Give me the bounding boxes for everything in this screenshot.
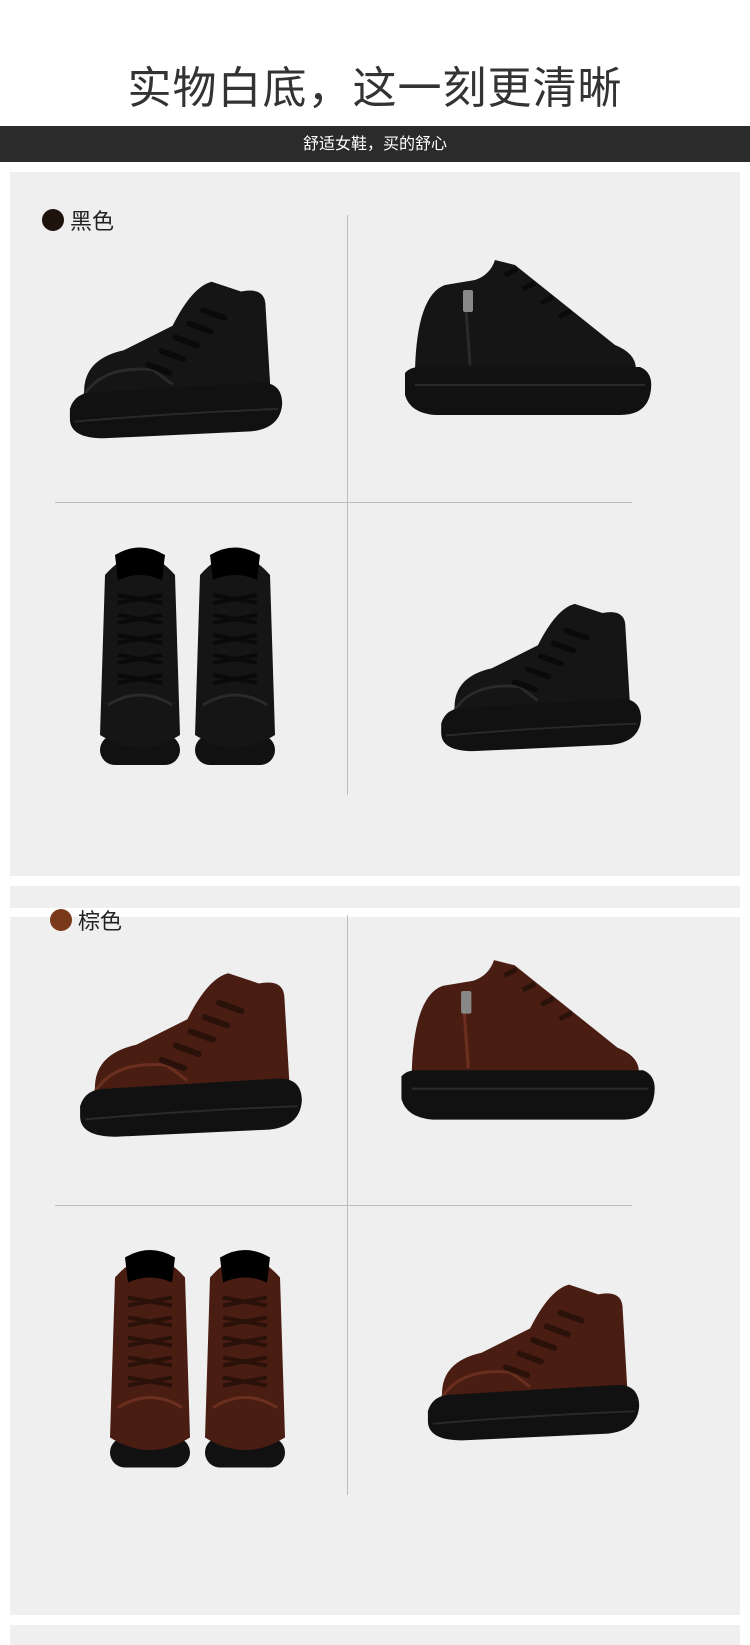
shoe-image-brown-side-angle	[400, 1270, 670, 1455]
color-label-black: 黑色	[42, 204, 114, 236]
divider-horizontal-black	[55, 502, 632, 503]
divider-vertical-black	[347, 215, 348, 795]
color-swatch-black	[42, 209, 64, 231]
color-swatch-brown	[50, 909, 72, 931]
headline: 实物白底，这一刻更清晰	[127, 63, 623, 114]
shoe-image-brown-front-angle	[75, 955, 310, 1155]
panel-spacer-bottom	[10, 1625, 740, 1645]
shoe-image-black-side-angle	[415, 590, 670, 765]
shoe-image-black-front-angle	[65, 265, 290, 455]
banner: 舒适女鞋，买的舒心	[0, 126, 750, 162]
shoe-image-black-side	[405, 255, 655, 430]
shoe-image-black-top	[95, 535, 285, 780]
color-label-brown: 棕色	[50, 904, 122, 936]
shoe-image-brown-side	[400, 955, 660, 1135]
color-name-black: 黑色	[70, 210, 115, 235]
shoe-image-brown-top	[105, 1235, 295, 1485]
color-name-brown: 棕色	[78, 910, 123, 935]
divider-horizontal-brown	[55, 1205, 632, 1206]
